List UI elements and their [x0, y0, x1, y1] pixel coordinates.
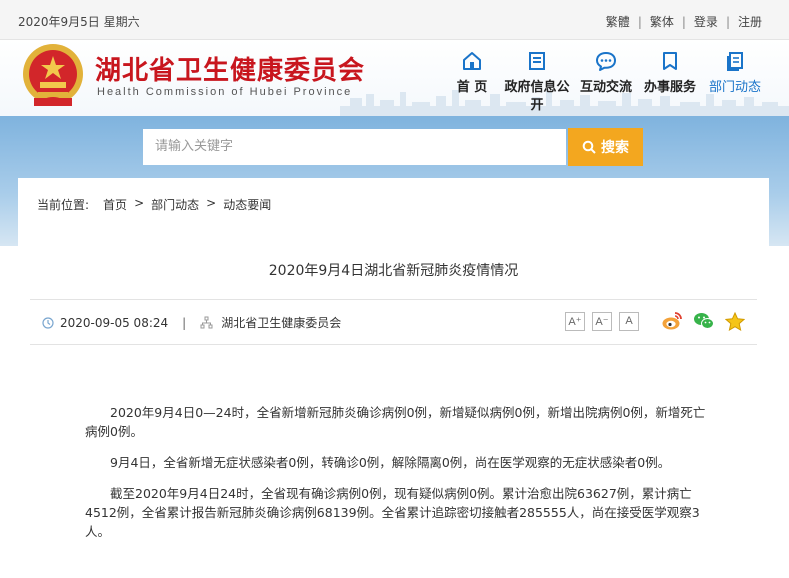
- font-decrease-button[interactable]: A⁻: [592, 311, 612, 331]
- search-button-label: 搜索: [601, 140, 629, 156]
- clock-icon: [42, 316, 54, 329]
- publish-datetime: 2020-09-05 08:24: [60, 315, 169, 330]
- article-source: 湖北省卫生健康委员会: [221, 316, 342, 330]
- article-meta: 2020-09-05 08:24 | 湖北省卫生健康委员会 A⁺ A⁻ A: [30, 299, 757, 345]
- article-paragraph: 9月4日，全省新增无症状感染者0例，转确诊0例，解除隔离0例，尚在医学观察的无症…: [110, 455, 671, 470]
- favorite-star-icon[interactable]: [725, 311, 745, 331]
- nav-home-label: 首 页: [456, 80, 488, 95]
- site-title[interactable]: 湖北省卫生健康委员会: [95, 50, 365, 87]
- font-increase-button[interactable]: A⁺: [565, 311, 585, 331]
- home-icon: [463, 52, 481, 70]
- top-links: 繁體 | 繁体 | 登录 | 注册: [606, 13, 762, 30]
- breadcrumb-prefix: 当前位置:: [37, 198, 90, 212]
- nav-dept-news[interactable]: 部门动态: [708, 40, 762, 97]
- organization-icon: [200, 316, 213, 329]
- nav-home[interactable]: 首 页: [450, 40, 494, 97]
- nav-gov-info-label: 政府信息公开: [504, 80, 570, 113]
- nav-gov-info[interactable]: 政府信息公开: [503, 40, 571, 115]
- simplified-chinese-link[interactable]: 繁体: [650, 13, 674, 30]
- register-link[interactable]: 注册: [738, 13, 762, 30]
- breadcrumb-home[interactable]: 首页: [103, 196, 127, 213]
- weibo-share-icon[interactable]: [661, 311, 683, 331]
- article-title: 2020年9月4日湖北省新冠肺炎疫情情况: [268, 263, 519, 279]
- pages-icon: [727, 52, 743, 71]
- breadcrumb-news-highlights[interactable]: 动态要闻: [223, 196, 271, 213]
- meta-separator: |: [182, 315, 187, 330]
- article-paragraph: 2020年9月4日0—24时，全省新增新冠肺炎确诊病例0例，新增疑似病例0例，新…: [85, 405, 706, 439]
- search-input[interactable]: 请输入关键字: [143, 129, 566, 165]
- nav-services-label: 办事服务: [643, 80, 696, 95]
- nav-interaction-label: 互动交流: [579, 80, 632, 95]
- breadcrumb: 当前位置: 首页 > 部门动态 > 动态要闻: [37, 196, 278, 213]
- nav-dept-news-label: 部门动态: [708, 80, 761, 95]
- article-paragraph: 截至2020年9月4日24时，全省现有确诊病例0例，现有疑似病例0例。累计治愈出…: [85, 486, 700, 539]
- search-icon: [582, 140, 596, 154]
- separator: |: [637, 14, 642, 29]
- nav-services[interactable]: 办事服务: [643, 40, 697, 97]
- search-button[interactable]: 搜索: [568, 128, 643, 166]
- separator: |: [725, 14, 730, 29]
- nav-interaction[interactable]: 互动交流: [579, 40, 633, 97]
- breadcrumb-separator: >: [206, 196, 217, 210]
- national-emblem-logo: [23, 44, 83, 106]
- breadcrumb-separator: >: [134, 196, 145, 210]
- wechat-share-icon[interactable]: [693, 311, 715, 331]
- bookmark-icon: [663, 52, 677, 70]
- current-date: 2020年9月5日 星期六: [18, 15, 140, 29]
- font-reset-button[interactable]: A: [619, 311, 639, 331]
- document-icon: [529, 52, 545, 70]
- site-header: 湖北省卫生健康委员会 Health Commission of Hubei Pr…: [0, 40, 789, 116]
- article-card: 当前位置: 首页 > 部门动态 > 动态要闻 2020年9月4日湖北省新冠肺炎疫…: [18, 178, 769, 578]
- top-bar: 2020年9月5日 星期六 繁體 | 繁体 | 登录 | 注册: [0, 0, 789, 40]
- separator: |: [681, 14, 686, 29]
- breadcrumb-dept-news[interactable]: 部门动态: [151, 196, 199, 213]
- article-body: 2020年9月4日0—24时，全省新增新冠肺炎确诊病例0例，新增疑似病例0例，新…: [85, 403, 713, 553]
- login-link[interactable]: 登录: [694, 13, 718, 30]
- site-subtitle: Health Commission of Hubei Province: [97, 86, 353, 98]
- chat-icon: [596, 52, 616, 71]
- traditional-chinese-link[interactable]: 繁體: [606, 13, 630, 30]
